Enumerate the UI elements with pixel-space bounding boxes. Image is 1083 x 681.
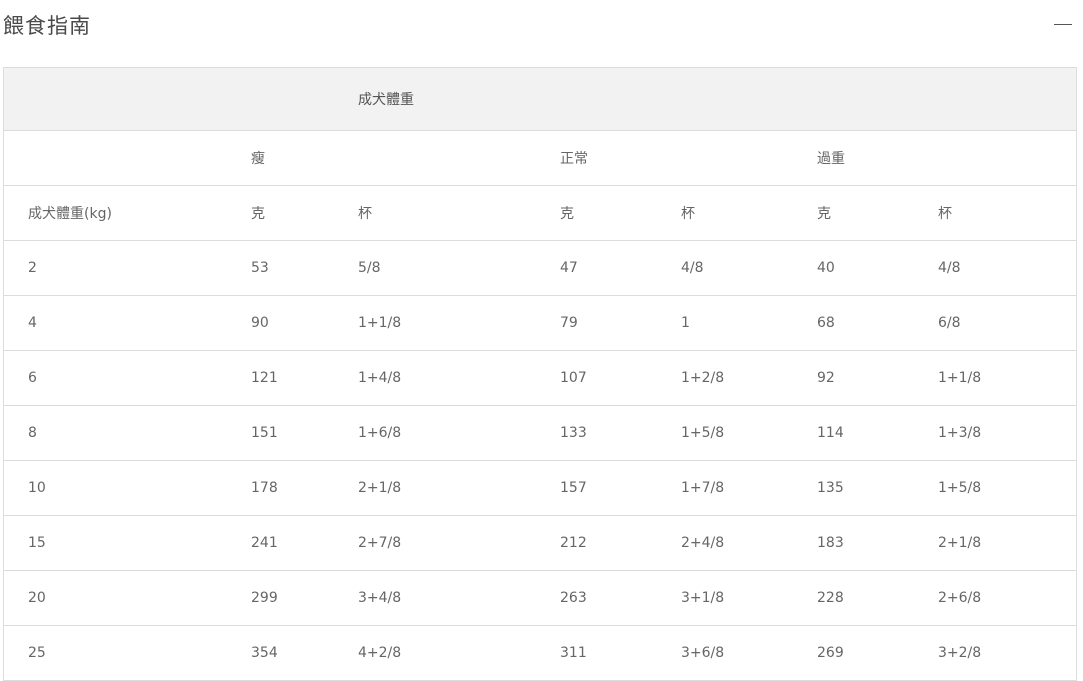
table-cell: 4+2/8 (358, 625, 560, 681)
table-cell: 311 (560, 625, 681, 681)
table-cell: 1+2/8 (681, 350, 817, 406)
table-cell: 2+6/8 (938, 570, 1076, 626)
table-top-header-row: 成犬體重 (4, 68, 1076, 131)
table-row: 25 354 4+2/8 311 3+6/8 269 3+2/8 (4, 625, 1076, 681)
top-header-label: 成犬體重 (358, 68, 560, 131)
unit-label: 克 (560, 185, 681, 241)
unit-label: 克 (817, 185, 938, 241)
table-cell: 2+4/8 (681, 515, 817, 571)
table-cell: 114 (817, 405, 938, 461)
unit-label: 杯 (358, 185, 560, 241)
table-cell: 4/8 (681, 240, 817, 296)
table-cell: 354 (251, 625, 358, 681)
unit-label: 杯 (681, 185, 817, 241)
feeding-guide-table: 成犬體重 瘦 正常 過重 成犬體重(kg) 克 杯 克 杯 克 杯 2 53 5… (4, 68, 1076, 681)
table-group-header-row: 瘦 正常 過重 (4, 130, 1076, 186)
table-cell: 133 (560, 405, 681, 461)
table-cell: 1+1/8 (938, 350, 1076, 406)
table-cell: 1+1/8 (358, 295, 560, 351)
table-cell: 212 (560, 515, 681, 571)
table-cell: 135 (817, 460, 938, 516)
table-cell: 263 (560, 570, 681, 626)
table-cell: 1+5/8 (938, 460, 1076, 516)
table-cell: 121 (251, 350, 358, 406)
table-cell: 90 (251, 295, 358, 351)
table-row: 2 53 5/8 47 4/8 40 4/8 (4, 240, 1076, 296)
table-cell: 183 (817, 515, 938, 571)
weight-cell: 15 (4, 515, 251, 571)
table-row: 10 178 2+1/8 157 1+7/8 135 1+5/8 (4, 460, 1076, 516)
table-cell: 2+1/8 (358, 460, 560, 516)
table-cell: 47 (560, 240, 681, 296)
table-cell: 1+7/8 (681, 460, 817, 516)
unit-label: 杯 (938, 185, 1076, 241)
table-cell: 241 (251, 515, 358, 571)
weight-cell: 10 (4, 460, 251, 516)
table-cell: 40 (817, 240, 938, 296)
table-cell: 3+6/8 (681, 625, 817, 681)
weight-cell: 4 (4, 295, 251, 351)
weight-cell: 25 (4, 625, 251, 681)
table-cell: 299 (251, 570, 358, 626)
table-cell: 92 (817, 350, 938, 406)
table-cell: 3+1/8 (681, 570, 817, 626)
weight-cell: 20 (4, 570, 251, 626)
table-cell: 269 (817, 625, 938, 681)
table-row: 8 151 1+6/8 133 1+5/8 114 1+3/8 (4, 405, 1076, 461)
group-header-overweight: 過重 (817, 130, 938, 186)
table-cell: 107 (560, 350, 681, 406)
group-header-thin: 瘦 (251, 130, 358, 186)
table-cell: 1+4/8 (358, 350, 560, 406)
weight-cell: 6 (4, 350, 251, 406)
table-cell: 228 (817, 570, 938, 626)
table-cell: 5/8 (358, 240, 560, 296)
table-cell: 2+1/8 (938, 515, 1076, 571)
table-cell: 53 (251, 240, 358, 296)
weight-cell: 8 (4, 405, 251, 461)
table-cell: 3+4/8 (358, 570, 560, 626)
section-title: 餵食指南 (3, 14, 91, 38)
table-row: 15 241 2+7/8 212 2+4/8 183 2+1/8 (4, 515, 1076, 571)
table-row: 6 121 1+4/8 107 1+2/8 92 1+1/8 (4, 350, 1076, 406)
table-cell: 157 (560, 460, 681, 516)
table-cell: 3+2/8 (938, 625, 1076, 681)
table-cell: 79 (560, 295, 681, 351)
feeding-guide-table-container: 成犬體重 瘦 正常 過重 成犬體重(kg) 克 杯 克 杯 克 杯 2 53 5… (3, 67, 1077, 681)
weight-cell: 2 (4, 240, 251, 296)
unit-label: 克 (251, 185, 358, 241)
table-cell: 151 (251, 405, 358, 461)
table-cell: 1+6/8 (358, 405, 560, 461)
section-header[interactable]: 餵食指南 (0, 0, 1083, 48)
table-cell: 1+3/8 (938, 405, 1076, 461)
table-cell: 6/8 (938, 295, 1076, 351)
row-header-label: 成犬體重(kg) (4, 185, 251, 241)
table-unit-header-row: 成犬體重(kg) 克 杯 克 杯 克 杯 (4, 185, 1076, 241)
table-cell: 68 (817, 295, 938, 351)
table-cell: 178 (251, 460, 358, 516)
table-cell: 4/8 (938, 240, 1076, 296)
table-cell: 1 (681, 295, 817, 351)
table-cell: 1+5/8 (681, 405, 817, 461)
table-row: 4 90 1+1/8 79 1 68 6/8 (4, 295, 1076, 351)
table-cell: 2+7/8 (358, 515, 560, 571)
table-row: 20 299 3+4/8 263 3+1/8 228 2+6/8 (4, 570, 1076, 626)
group-header-normal: 正常 (560, 130, 681, 186)
minus-icon[interactable] (1053, 15, 1073, 35)
